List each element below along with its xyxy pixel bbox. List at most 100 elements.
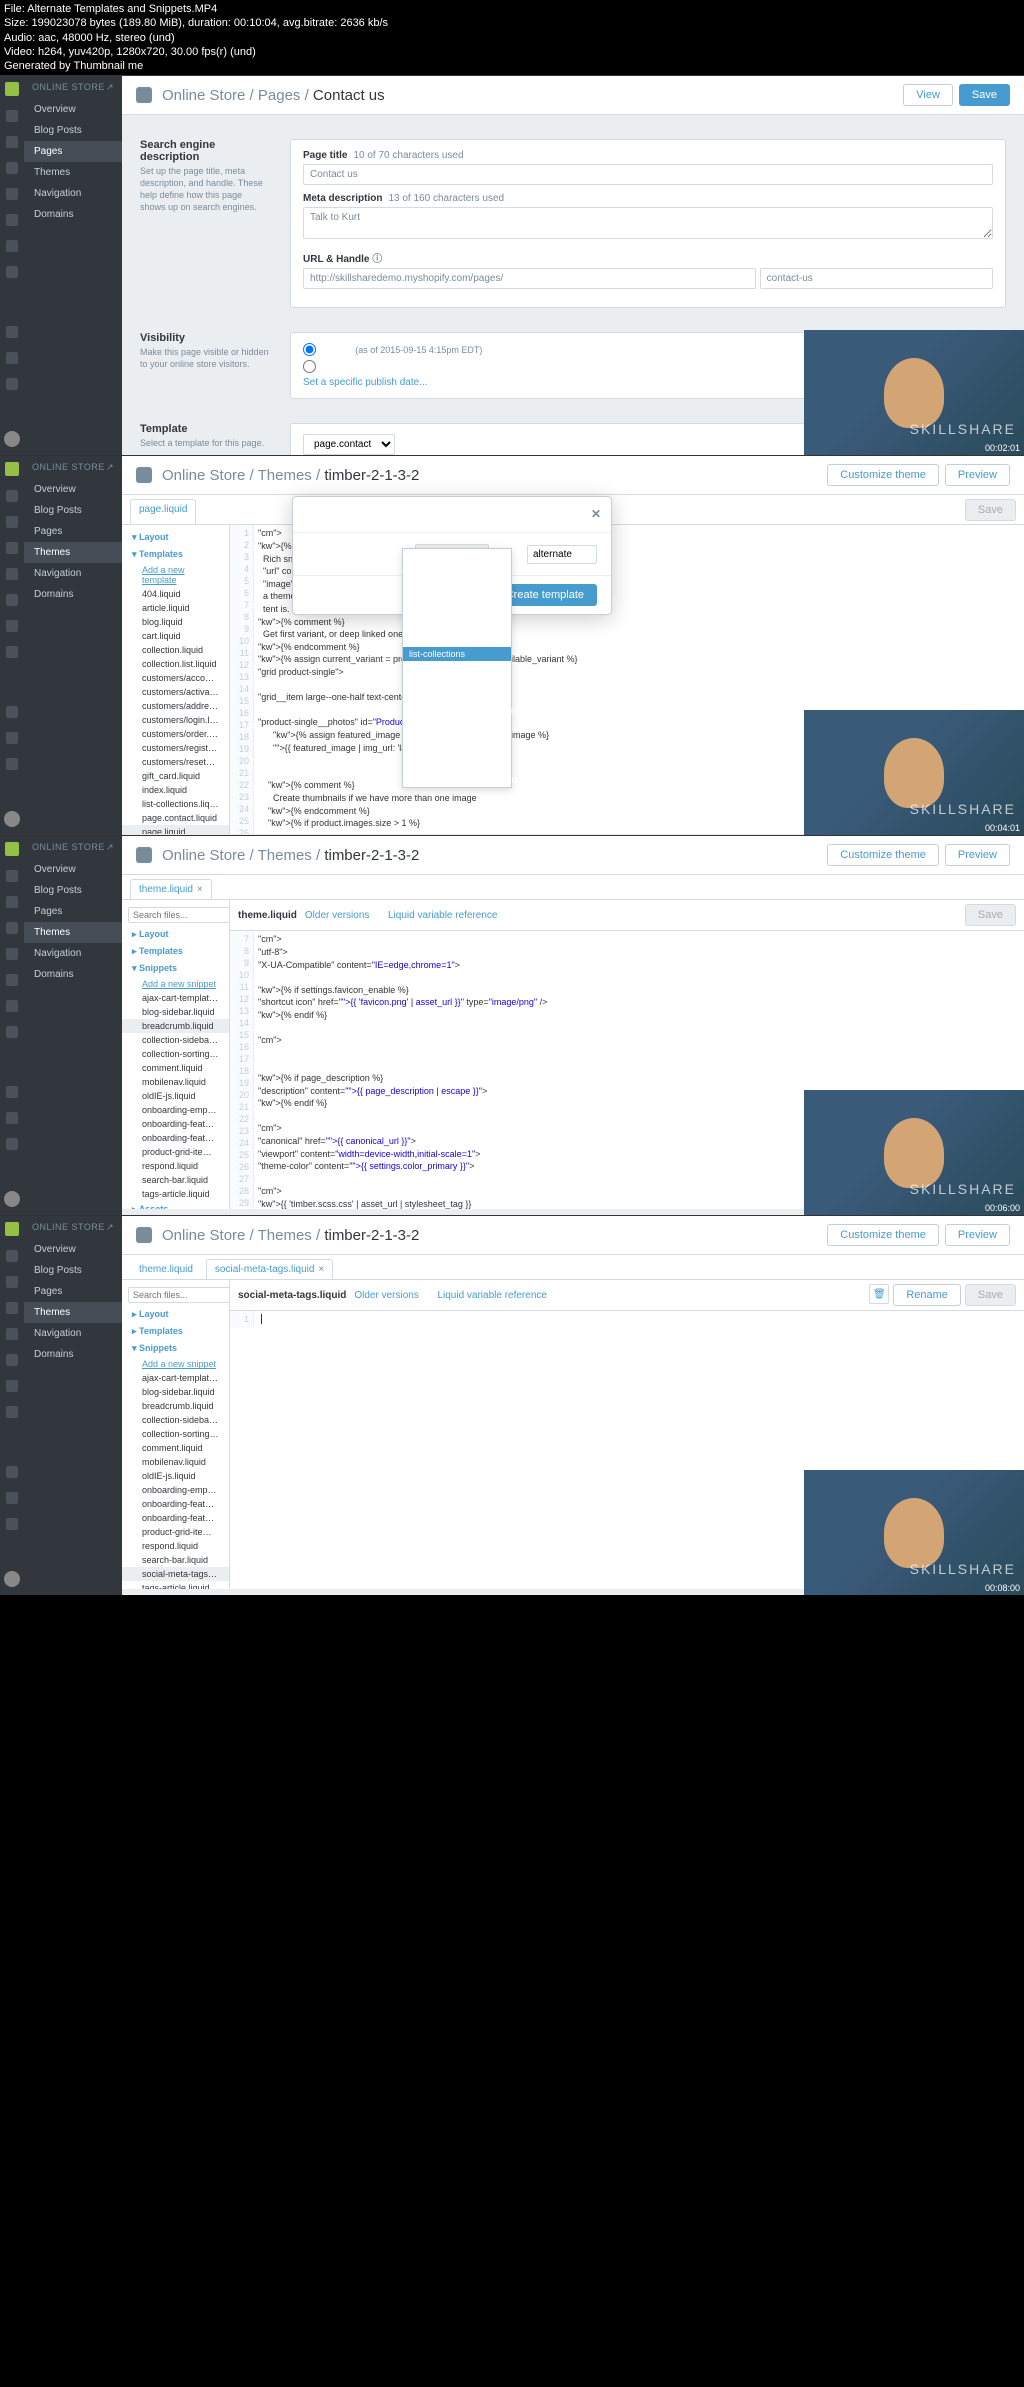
- back-icon[interactable]: [136, 467, 152, 483]
- url-handle-input[interactable]: [760, 268, 993, 289]
- file-item[interactable]: respond.liquid: [122, 1539, 229, 1553]
- save-button[interactable]: Save: [965, 499, 1016, 521]
- dropdown-option[interactable]: customers/activate_account: [403, 703, 511, 717]
- products-icon[interactable]: [6, 188, 18, 200]
- customers-icon[interactable]: [6, 1354, 18, 1366]
- url-prefix-input[interactable]: [303, 268, 756, 289]
- file-item[interactable]: onboarding-featured-c...: [122, 1117, 229, 1131]
- tab-theme-liquid[interactable]: theme.liquid: [130, 1259, 202, 1279]
- avatar-icon[interactable]: [4, 1571, 20, 1587]
- external-icon[interactable]: ↗: [106, 82, 114, 93]
- file-item[interactable]: gift_card.liquid: [122, 769, 229, 783]
- dropdown-option[interactable]: customers/login: [403, 731, 511, 745]
- customers-icon[interactable]: [6, 594, 18, 606]
- sidebar-item-pages[interactable]: Pages: [24, 901, 122, 922]
- file-item[interactable]: customers/reset_pass...: [122, 755, 229, 769]
- file-item[interactable]: collection.liquid: [122, 643, 229, 657]
- tab-page-liquid[interactable]: page.liquid: [130, 499, 196, 524]
- online-store-icon[interactable]: [6, 706, 18, 718]
- file-item[interactable]: search-bar.liquid: [122, 1173, 229, 1187]
- back-icon[interactable]: [136, 847, 152, 863]
- dropdown-option[interactable]: search: [403, 661, 511, 675]
- back-icon[interactable]: [136, 1227, 152, 1243]
- folder-layout[interactable]: Layout: [122, 1306, 229, 1323]
- discounts-icon[interactable]: [6, 646, 18, 658]
- home-icon[interactable]: [6, 136, 18, 148]
- folder-templates[interactable]: Templates: [122, 1323, 229, 1340]
- file-item[interactable]: onboarding-empty-coll...: [122, 1103, 229, 1117]
- sidebar-item-domains[interactable]: Domains: [24, 204, 122, 225]
- sidebar-item-pages[interactable]: Pages: [24, 1281, 122, 1302]
- file-item[interactable]: customers/addresses.l...: [122, 699, 229, 713]
- file-item[interactable]: onboarding-featured-p...: [122, 1131, 229, 1145]
- customers-icon[interactable]: [6, 974, 18, 986]
- dropdown-option[interactable]: customers/account: [403, 689, 511, 703]
- save-button[interactable]: Save: [959, 84, 1010, 106]
- dropdown-option[interactable]: customers/addresses: [403, 717, 511, 731]
- tab-social-meta-tags[interactable]: social-meta-tags.liquid×: [206, 1259, 333, 1279]
- file-item[interactable]: comment.liquid: [122, 1061, 229, 1075]
- products-icon[interactable]: [6, 568, 18, 580]
- file-item[interactable]: collection-sidebar.liqui...: [122, 1413, 229, 1427]
- template-select[interactable]: page.contact: [303, 434, 395, 455]
- sidebar-item-navigation[interactable]: Navigation: [24, 943, 122, 964]
- file-item[interactable]: customers/order.liquid: [122, 727, 229, 741]
- sidebar-item-themes[interactable]: Themes: [24, 922, 122, 943]
- file-item[interactable]: cart.liquid: [122, 629, 229, 643]
- code-content[interactable]: [254, 1311, 1024, 1328]
- file-item[interactable]: customers/account.liquid: [122, 671, 229, 685]
- sidebar-item-themes[interactable]: Themes: [24, 1302, 122, 1323]
- discounts-icon[interactable]: [6, 266, 18, 278]
- save-button[interactable]: Save: [965, 904, 1016, 926]
- file-item[interactable]: oldIE-js.liquid: [122, 1469, 229, 1483]
- search-files-input[interactable]: [128, 1287, 230, 1303]
- online-store-icon[interactable]: [6, 326, 18, 338]
- file-item[interactable]: search-bar.liquid: [122, 1553, 229, 1567]
- template-type-dropdown[interactable]: articleblogcartcollectiongift_cardindexp…: [402, 548, 512, 788]
- search-icon[interactable]: [6, 110, 18, 122]
- folder-templates[interactable]: Templates: [122, 546, 229, 563]
- sidebar-item-blog-posts[interactable]: Blog Posts: [24, 500, 122, 521]
- dropdown-option[interactable]: collection: [403, 591, 511, 605]
- orders-icon[interactable]: [6, 162, 18, 174]
- dropdown-option[interactable]: article: [403, 549, 511, 563]
- sidebar-item-navigation[interactable]: Navigation: [24, 563, 122, 584]
- dropdown-option[interactable]: cart: [403, 577, 511, 591]
- file-item[interactable]: ajax-cart-template.liqu...: [122, 991, 229, 1005]
- shopify-logo-icon[interactable]: [5, 82, 19, 96]
- close-icon[interactable]: ×: [318, 1264, 324, 1275]
- dropdown-option[interactable]: customers/reset_password: [403, 773, 511, 787]
- liquid-reference-link[interactable]: Liquid variable reference: [388, 910, 498, 921]
- preview-button[interactable]: Preview: [945, 1224, 1010, 1246]
- template-name-input[interactable]: [527, 545, 597, 564]
- home-icon[interactable]: [6, 1276, 18, 1288]
- preview-button[interactable]: Preview: [945, 844, 1010, 866]
- file-item[interactable]: blog-sidebar.liquid: [122, 1385, 229, 1399]
- customize-button[interactable]: Customize theme: [827, 844, 939, 866]
- page-title-input[interactable]: [303, 164, 993, 185]
- folder-snippets[interactable]: Snippets: [122, 1340, 229, 1357]
- visible-radio[interactable]: [303, 343, 316, 356]
- delete-button[interactable]: 🗑: [869, 1284, 889, 1304]
- search-icon[interactable]: [6, 870, 18, 882]
- file-item[interactable]: mobilenav.liquid: [122, 1075, 229, 1089]
- file-item[interactable]: page.liquid: [122, 825, 229, 834]
- online-store-icon[interactable]: [6, 1466, 18, 1478]
- sidebar-item-themes[interactable]: Themes: [24, 162, 122, 183]
- apps-icon[interactable]: [6, 352, 18, 364]
- rename-button[interactable]: Rename: [893, 1284, 961, 1306]
- products-icon[interactable]: [6, 1328, 18, 1340]
- dropdown-option[interactable]: index: [403, 619, 511, 633]
- view-button[interactable]: View: [903, 84, 953, 106]
- file-item[interactable]: onboarding-featured-c...: [122, 1497, 229, 1511]
- file-item[interactable]: customers/activate_ac...: [122, 685, 229, 699]
- shopify-logo-icon[interactable]: [5, 842, 19, 856]
- sidebar-item-domains[interactable]: Domains: [24, 584, 122, 605]
- apps-icon[interactable]: [6, 732, 18, 744]
- customize-button[interactable]: Customize theme: [827, 1224, 939, 1246]
- preview-button[interactable]: Preview: [945, 464, 1010, 486]
- file-item[interactable]: comment.liquid: [122, 1441, 229, 1455]
- file-item[interactable]: list-collections.liquid: [122, 797, 229, 811]
- file-item[interactable]: customers/register.liq...: [122, 741, 229, 755]
- sidebar-item-domains[interactable]: Domains: [24, 1344, 122, 1365]
